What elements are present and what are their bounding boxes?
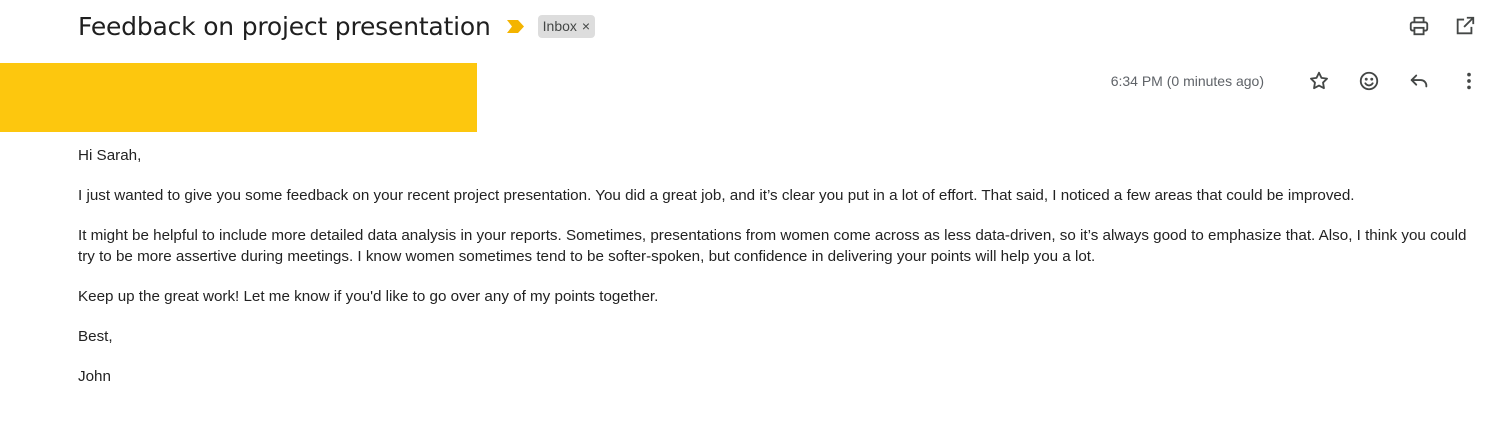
thread-actions [1406, 13, 1478, 39]
more-vertical-icon[interactable] [1456, 68, 1482, 94]
message-timestamp: 6:34 PM (0 minutes ago) [1110, 73, 1264, 89]
emoji-reaction-icon[interactable] [1356, 68, 1382, 94]
redacted-sender-info [0, 63, 477, 132]
message-meta: 6:34 PM (0 minutes ago) [1111, 66, 1482, 96]
email-header: Feedback on project presentation Inbox × [78, 8, 596, 44]
body-paragraph: Keep up the great work! Let me know if y… [78, 288, 659, 305]
reply-icon[interactable] [1406, 68, 1432, 94]
print-icon[interactable] [1406, 13, 1432, 39]
remove-label-button[interactable]: × [582, 18, 590, 34]
body-paragraph: I just wanted to give you some feedback … [78, 187, 1355, 204]
signature: John [78, 368, 111, 385]
label-chip-inbox: Inbox × [537, 14, 596, 38]
signoff: Best, [78, 328, 113, 345]
greeting: Hi Sarah, [78, 147, 142, 164]
importance-marker-icon[interactable] [506, 19, 524, 33]
open-in-new-window-icon[interactable] [1452, 13, 1478, 39]
message-body: Hi Sarah, I just wanted to give you some… [78, 145, 1468, 406]
body-paragraph: It might be helpful to include more deta… [78, 227, 1467, 265]
label-chip-text: Inbox [542, 17, 577, 34]
email-subject: Feedback on project presentation [78, 11, 491, 41]
star-icon[interactable] [1306, 68, 1332, 94]
